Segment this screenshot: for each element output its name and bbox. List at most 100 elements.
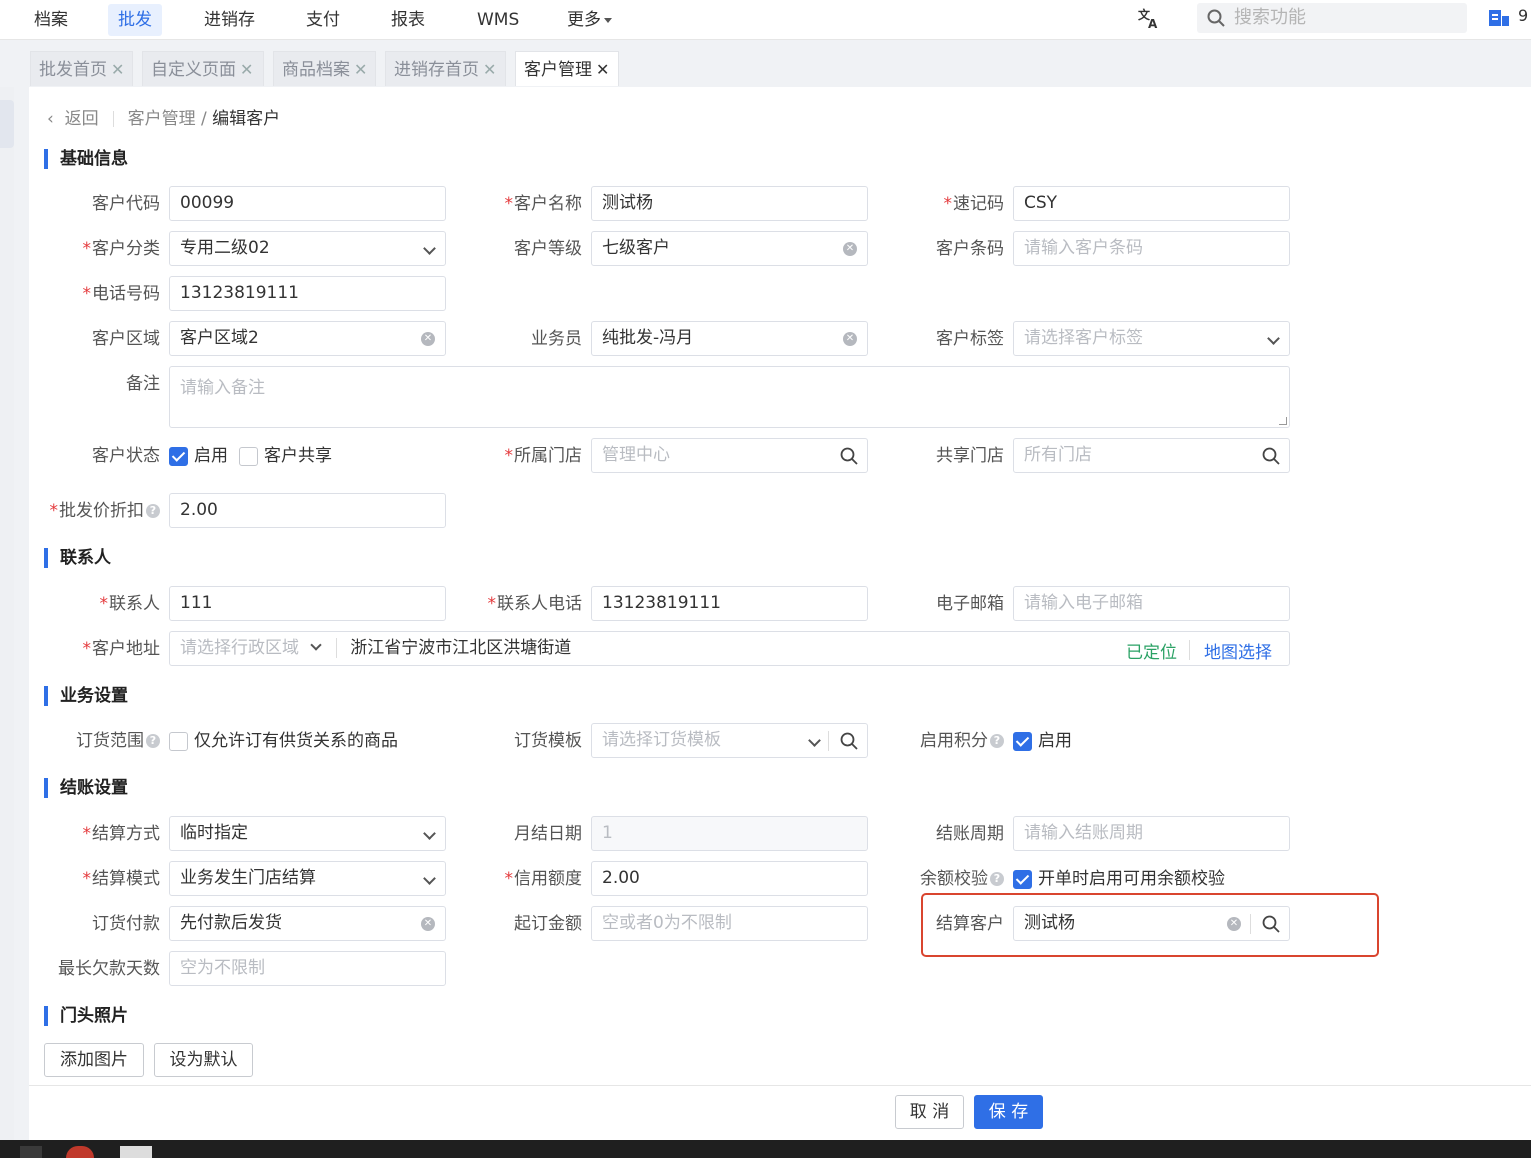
back-button[interactable]: ‹ 返回 (47, 109, 99, 129)
customer-code-input[interactable]: 00099 (169, 186, 446, 221)
remark-textarea[interactable]: 请输入备注 (169, 366, 1290, 428)
label-text: 客户标签 (936, 329, 1004, 349)
label-text: 月结日期 (514, 824, 582, 844)
barcode-label: 客户条码 (884, 232, 1004, 266)
close-icon[interactable]: ✕ (111, 60, 124, 79)
order-template-select[interactable]: 请选择订货模板 (591, 723, 868, 758)
taskbar-app-icon[interactable] (120, 1146, 152, 1158)
divider (112, 111, 114, 127)
max-days-input[interactable]: 空为不限制 (169, 951, 446, 986)
settle-method-select[interactable]: 临时指定 (169, 816, 446, 851)
map-select-link[interactable]: 地图选择 (1204, 638, 1272, 663)
clear-icon[interactable]: ✕ (421, 917, 435, 931)
order-scope-checkbox[interactable] (169, 732, 188, 751)
contact-phone-label: *联系人电话 (487, 594, 583, 614)
store-input[interactable]: 管理中心 (591, 438, 868, 473)
nav-item-payment[interactable]: 支付 (296, 4, 350, 36)
nav-item-wms[interactable]: WMS (467, 4, 529, 36)
help-icon[interactable]: ? (990, 872, 1004, 886)
help-icon[interactable]: ? (146, 504, 160, 518)
search-icon[interactable] (839, 446, 859, 466)
barcode-input[interactable]: 请输入客户条码 (1013, 231, 1290, 266)
region-select[interactable]: 客户区域2 ✕ (169, 321, 446, 356)
taskbar-app-icon[interactable] (66, 1146, 94, 1158)
monthly-date-input[interactable]: 1 (591, 816, 868, 851)
nav-item-wholesale[interactable]: 批发 (108, 4, 162, 36)
close-icon[interactable]: ✕ (596, 60, 609, 79)
nav-item-report[interactable]: 报表 (381, 4, 435, 36)
label-text: 订货模板 (514, 731, 582, 751)
nav-item-more[interactable]: 更多 (557, 4, 622, 36)
search-icon[interactable] (839, 731, 859, 751)
points-checkbox[interactable] (1013, 732, 1032, 751)
taskbar-app-icon[interactable] (20, 1146, 42, 1158)
shortcode-input[interactable]: CSY (1013, 186, 1290, 221)
tab-wholesale-home[interactable]: 批发首页 ✕ (30, 51, 133, 86)
tab-label: 进销存首页 (394, 60, 479, 80)
sidebar-toggle[interactable] (0, 100, 14, 148)
clear-icon[interactable]: ✕ (843, 332, 857, 346)
phone-input[interactable]: 13123819111 (169, 276, 446, 311)
tag-select[interactable]: 请选择客户标签 (1013, 321, 1290, 356)
label-text: 电子邮箱 (936, 594, 1004, 614)
help-icon[interactable]: ? (990, 734, 1004, 748)
chevron-down-icon (1267, 332, 1280, 345)
resize-handle[interactable] (1279, 417, 1287, 425)
tab-customer-management[interactable]: 客户管理 ✕ (515, 51, 619, 86)
level-select[interactable]: 七级客户 ✕ (591, 231, 868, 266)
share-store-input[interactable]: 所有门店 (1013, 438, 1290, 473)
search-icon[interactable] (1261, 446, 1281, 466)
user-icon[interactable] (1488, 9, 1510, 27)
help-icon[interactable]: ? (146, 734, 160, 748)
tab-inventory-home[interactable]: 进销存首页 ✕ (385, 51, 506, 86)
cancel-button[interactable]: 取 消 (895, 1095, 964, 1129)
discount-input[interactable]: 2.00 (169, 493, 446, 528)
label-text: 订货付款 (92, 914, 160, 934)
set-default-button[interactable]: 设为默认 (154, 1043, 253, 1077)
min-order-input[interactable]: 空或者0为不限制 (591, 906, 868, 941)
remark-label: 备注 (40, 367, 160, 401)
salesman-select[interactable]: 纯批发-冯月 ✕ (591, 321, 868, 356)
address-input[interactable]: 浙江省宁波市江北区洪塘街道 (350, 638, 571, 658)
clear-icon[interactable]: ✕ (843, 242, 857, 256)
clear-icon[interactable]: ✕ (421, 332, 435, 346)
shortcode-label: *速记码 (943, 194, 1005, 214)
customer-name-input[interactable]: 测试杨 (591, 186, 868, 221)
status-enabled-checkbox[interactable] (169, 447, 188, 466)
translate-icon[interactable]: 文A (1137, 6, 1161, 32)
close-icon[interactable]: ✕ (240, 60, 253, 79)
email-input[interactable]: 请输入电子邮箱 (1013, 586, 1290, 621)
label-text: 所属门店 (514, 446, 582, 466)
order-payment-select[interactable]: 先付款后发货 ✕ (169, 906, 446, 941)
area-select[interactable]: 请选择行政区域 (180, 638, 299, 658)
balance-check-label: 余额校验? (874, 862, 1004, 896)
min-order-label: 起订金额 (462, 907, 582, 941)
tab-custom-page[interactable]: 自定义页面 ✕ (142, 51, 264, 86)
contact-person-input[interactable]: 111 (169, 586, 446, 621)
save-button[interactable]: 保 存 (974, 1095, 1043, 1129)
breadcrumb-parent[interactable]: 客户管理 (128, 109, 196, 129)
balance-check-checkbox[interactable] (1013, 870, 1032, 889)
category-select[interactable]: 专用二级02 (169, 231, 446, 266)
close-icon[interactable]: ✕ (483, 60, 496, 79)
customer-shared-checkbox[interactable] (239, 447, 258, 466)
footer-divider (29, 1085, 1531, 1086)
tab-product-archive[interactable]: 商品档案 ✕ (273, 51, 376, 86)
add-image-button[interactable]: 添加图片 (44, 1043, 144, 1077)
contact-phone-input[interactable]: 13123819111 (591, 586, 868, 621)
label-text: 订货范围 (76, 731, 144, 751)
input-value: 111 (180, 593, 213, 613)
settle-mode-select[interactable]: 业务发生门店结算 (169, 861, 446, 896)
close-icon[interactable]: ✕ (354, 60, 367, 79)
label-text: 业务员 (531, 329, 582, 349)
settle-period-input[interactable]: 请输入结账周期 (1013, 816, 1290, 851)
section-title-business: 业务设置 (44, 686, 128, 706)
function-search-input[interactable]: 搜索功能 (1197, 3, 1467, 33)
credit-input[interactable]: 2.00 (591, 861, 868, 896)
nav-item-archive[interactable]: 档案 (24, 4, 78, 36)
select-value: 纯批发-冯月 (602, 328, 694, 348)
nav-item-inventory[interactable]: 进销存 (194, 4, 265, 36)
label-text: 共享门店 (936, 446, 1004, 466)
textarea-placeholder: 请输入备注 (180, 378, 265, 398)
order-payment-label: 订货付款 (40, 907, 160, 941)
